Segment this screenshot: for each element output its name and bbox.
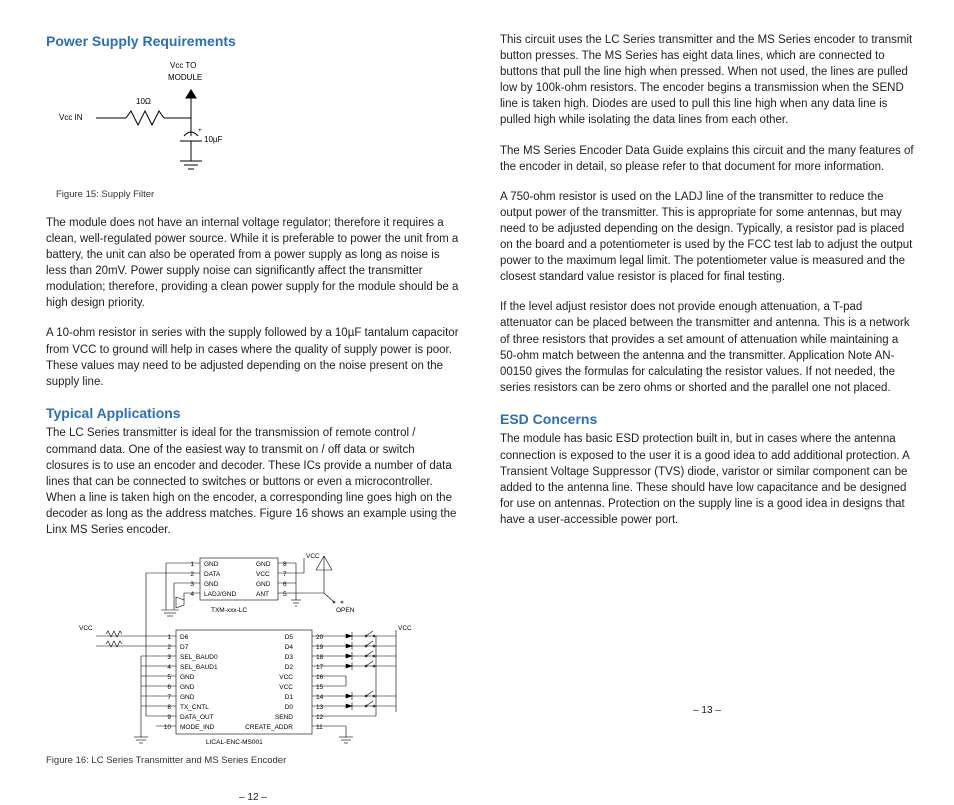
left-column: Power Supply Requirements (46, 32, 460, 718)
heading-power-supply: Power Supply Requirements (46, 32, 460, 52)
para-circuit-4: If the level adjust resistor does not pr… (500, 299, 914, 396)
svg-text:D5: D5 (285, 634, 294, 641)
svg-text:MODE_IND: MODE_IND (180, 724, 215, 731)
svg-text:GND: GND (180, 674, 195, 681)
figure-15-caption: Figure 15: Supply Filter (56, 188, 244, 201)
svg-text:VCC: VCC (256, 571, 270, 578)
svg-text:SEND: SEND (275, 714, 293, 721)
svg-text:12: 12 (316, 714, 324, 721)
svg-text:17: 17 (316, 664, 324, 671)
right-column: This circuit uses the LC Series transmit… (500, 32, 914, 718)
svg-text:14: 14 (316, 694, 324, 701)
svg-text:GND: GND (204, 581, 219, 588)
svg-text:1: 1 (167, 634, 171, 641)
svg-text:VCC: VCC (279, 684, 293, 691)
svg-text:VCC: VCC (306, 553, 320, 560)
svg-text:19: 19 (316, 644, 324, 651)
svg-text:D7: D7 (180, 644, 189, 651)
svg-text:D2: D2 (285, 664, 294, 671)
svg-text:DATA: DATA (204, 571, 221, 578)
svg-text:GND: GND (180, 684, 195, 691)
svg-text:2: 2 (190, 571, 194, 578)
page-number-right: – 13 – (500, 694, 914, 718)
svg-text:SEL_BAUD0: SEL_BAUD0 (180, 654, 218, 661)
svg-text:7: 7 (283, 571, 287, 578)
para-circuit-2: The MS Series Encoder Data Guide explain… (500, 143, 914, 175)
svg-text:6: 6 (283, 581, 287, 588)
svg-text:CREATE_ADDR: CREATE_ADDR (245, 724, 293, 731)
svg-text:VCC: VCC (79, 625, 93, 632)
svg-text:2: 2 (167, 644, 171, 651)
svg-text:TXM-xxx-LC: TXM-xxx-LC (211, 607, 247, 614)
heading-typical-apps: Typical Applications (46, 404, 460, 424)
svg-text:7: 7 (167, 694, 171, 701)
svg-text:6: 6 (167, 684, 171, 691)
svg-text:D4: D4 (285, 644, 294, 651)
svg-text:3: 3 (167, 654, 171, 661)
svg-text:ANT: ANT (256, 591, 269, 598)
label-resistor: 10Ω (136, 97, 151, 106)
svg-text:GND: GND (204, 561, 219, 568)
svg-text:3: 3 (190, 581, 194, 588)
svg-text:GND: GND (256, 561, 271, 568)
para-circuit-3: A 750-ohm resistor is used on the LADJ l… (500, 189, 914, 286)
svg-text:4: 4 (167, 664, 171, 671)
svg-text:18: 18 (316, 654, 324, 661)
label-module: MODULE (168, 73, 202, 82)
para-circuit-1: This circuit uses the LC Series transmit… (500, 32, 914, 129)
svg-text:GND: GND (256, 581, 271, 588)
svg-text:LICAL-ENC-MS001: LICAL-ENC-MS001 (206, 739, 263, 746)
svg-text:16: 16 (316, 674, 324, 681)
label-vcc-in: Vcc IN (59, 113, 83, 122)
figure-15: + Vcc IN 10Ω 10µF Vcc TO MODULE Figure 1… (56, 56, 244, 215)
svg-text:D0: D0 (285, 704, 294, 711)
svg-text:8: 8 (167, 704, 171, 711)
heading-esd: ESD Concerns (500, 410, 914, 430)
svg-text:VCC: VCC (279, 674, 293, 681)
svg-text:VCC: VCC (398, 625, 412, 632)
svg-text:+: + (198, 127, 202, 134)
svg-text:9: 9 (167, 714, 171, 721)
para-esd-1: The module has basic ESD protection buil… (500, 431, 914, 528)
svg-text:D6: D6 (180, 634, 189, 641)
svg-text:11: 11 (316, 724, 323, 731)
page-number-left: – 12 – (46, 781, 460, 805)
svg-text:SEL_BAUD1: SEL_BAUD1 (180, 664, 218, 671)
svg-text:TX_CNTL: TX_CNTL (180, 704, 209, 711)
svg-text:5: 5 (283, 591, 287, 598)
para-power-1: The module does not have an internal vol… (46, 215, 460, 312)
svg-text:8: 8 (283, 561, 287, 568)
label-vcc-to: Vcc TO (170, 61, 196, 70)
svg-text:D1: D1 (285, 694, 294, 701)
svg-text:DATA_OUT: DATA_OUT (180, 714, 214, 721)
svg-text:13: 13 (316, 704, 324, 711)
svg-text:20: 20 (316, 634, 324, 641)
para-apps-1: The LC Series transmitter is ideal for t… (46, 425, 460, 538)
svg-text:OPEN: OPEN (336, 607, 355, 614)
svg-text:D3: D3 (285, 654, 294, 661)
svg-text:4: 4 (190, 591, 194, 598)
figure-16-caption: Figure 16: LC Series Transmitter and MS … (46, 754, 460, 767)
label-cap: 10µF (204, 135, 223, 144)
figure-16: TXM-xxx-LC GND DATA GND LADJ/GND GND VCC… (46, 552, 460, 781)
svg-text:5: 5 (167, 674, 171, 681)
svg-text:GND: GND (180, 694, 195, 701)
svg-text:10: 10 (164, 724, 172, 731)
svg-text:LADJ/GND: LADJ/GND (204, 591, 236, 598)
svg-text:15: 15 (316, 684, 324, 691)
svg-text:1: 1 (190, 561, 194, 568)
para-power-2: A 10-ohm resistor in series with the sup… (46, 325, 460, 389)
